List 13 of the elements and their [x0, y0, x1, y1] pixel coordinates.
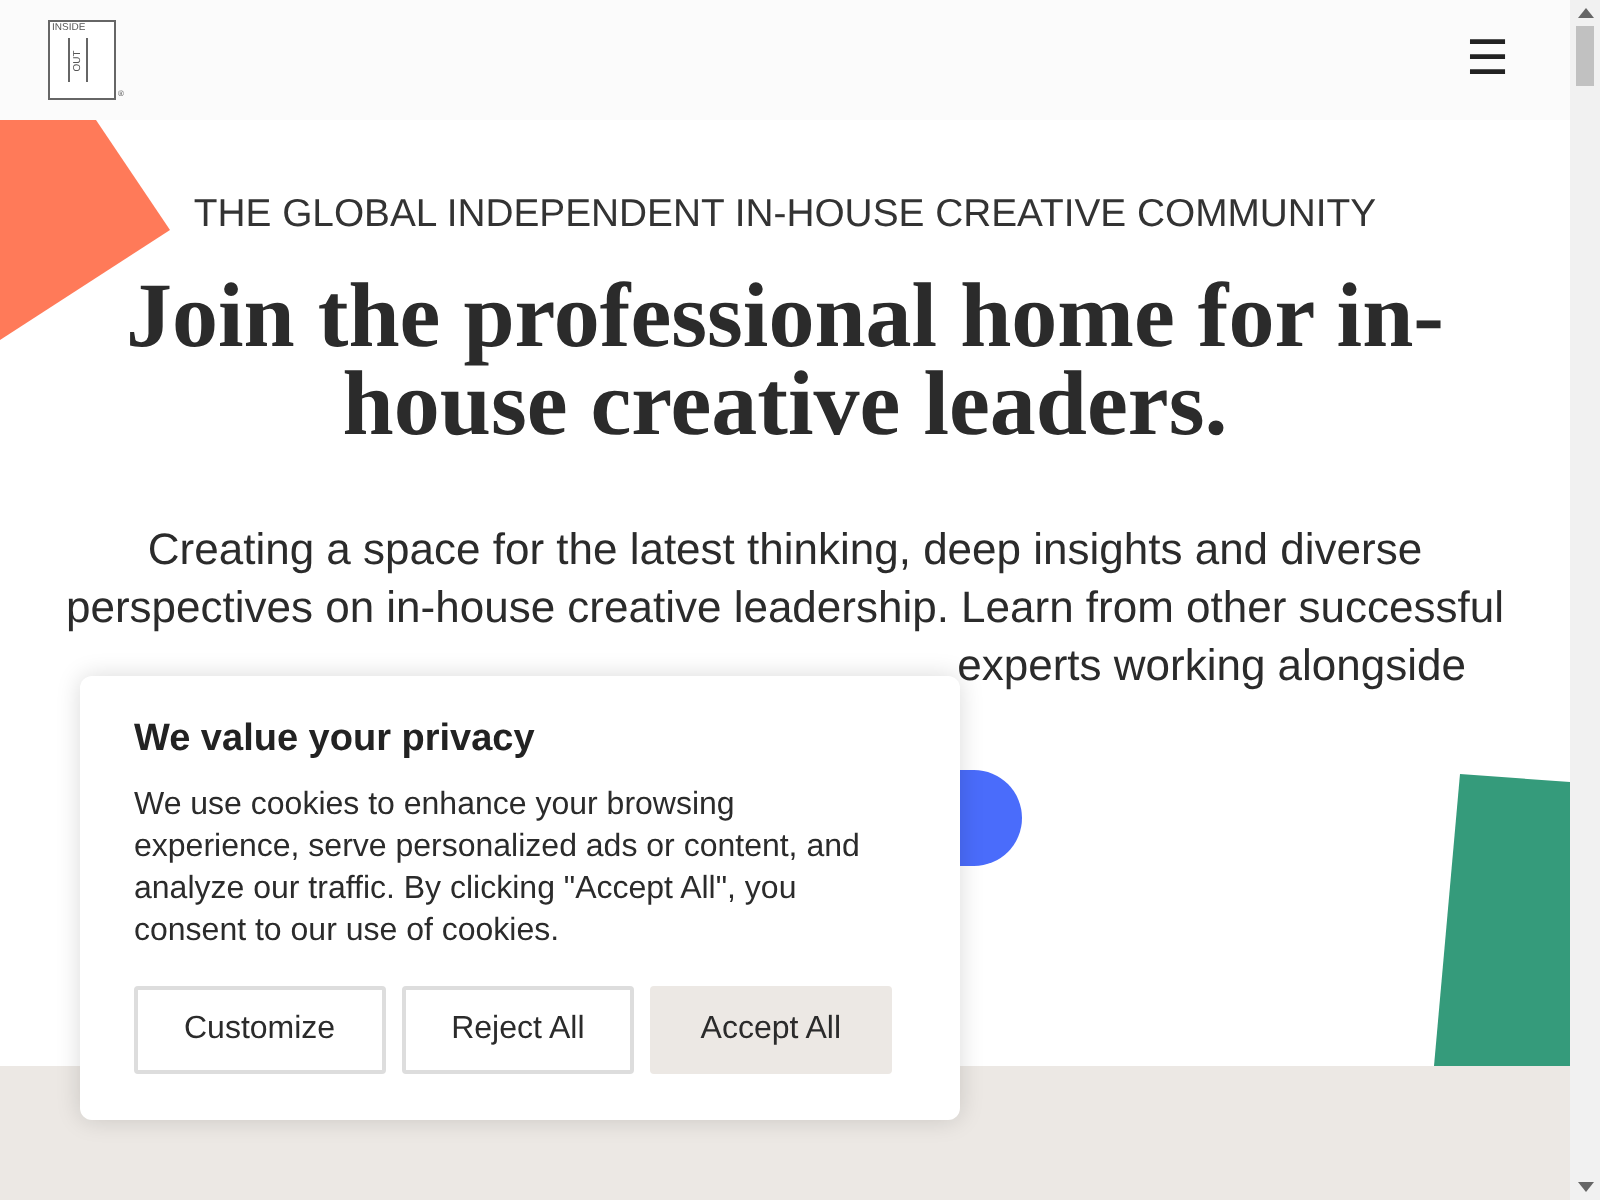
dialog-button[interactable]: Reject All [401, 986, 635, 1074]
scrollbar-thumb[interactable] [1576, 26, 1594, 86]
hero-paragraph-end: experts working alongside [957, 638, 1466, 694]
scroll-down-icon[interactable] [1577, 1182, 1593, 1192]
eyebrow-text: THE GLOBAL INDEPENDENT IN-HOUSE CREATIVE COMMUNITY [193, 192, 1377, 236]
accept-button[interactable]: Accept All [650, 986, 892, 1074]
dialog-title: We value your privacy [134, 716, 537, 764]
scrollbar[interactable] [1570, 0, 1600, 1200]
dialog-text: We use cookies to enhance your browsing experience, serve personalized ads or content, and analyze our traffic. By clicking "Accept All", you consent to our use of cookies. [134, 786, 862, 952]
hero-heading: Join the professional home for in-house creative leaders. [124, 272, 1446, 448]
dialog-button[interactable]: Customize [134, 986, 386, 1074]
scroll-up-icon[interactable] [1577, 8, 1593, 18]
menu-button[interactable]: ☰ [1466, 36, 1510, 84]
